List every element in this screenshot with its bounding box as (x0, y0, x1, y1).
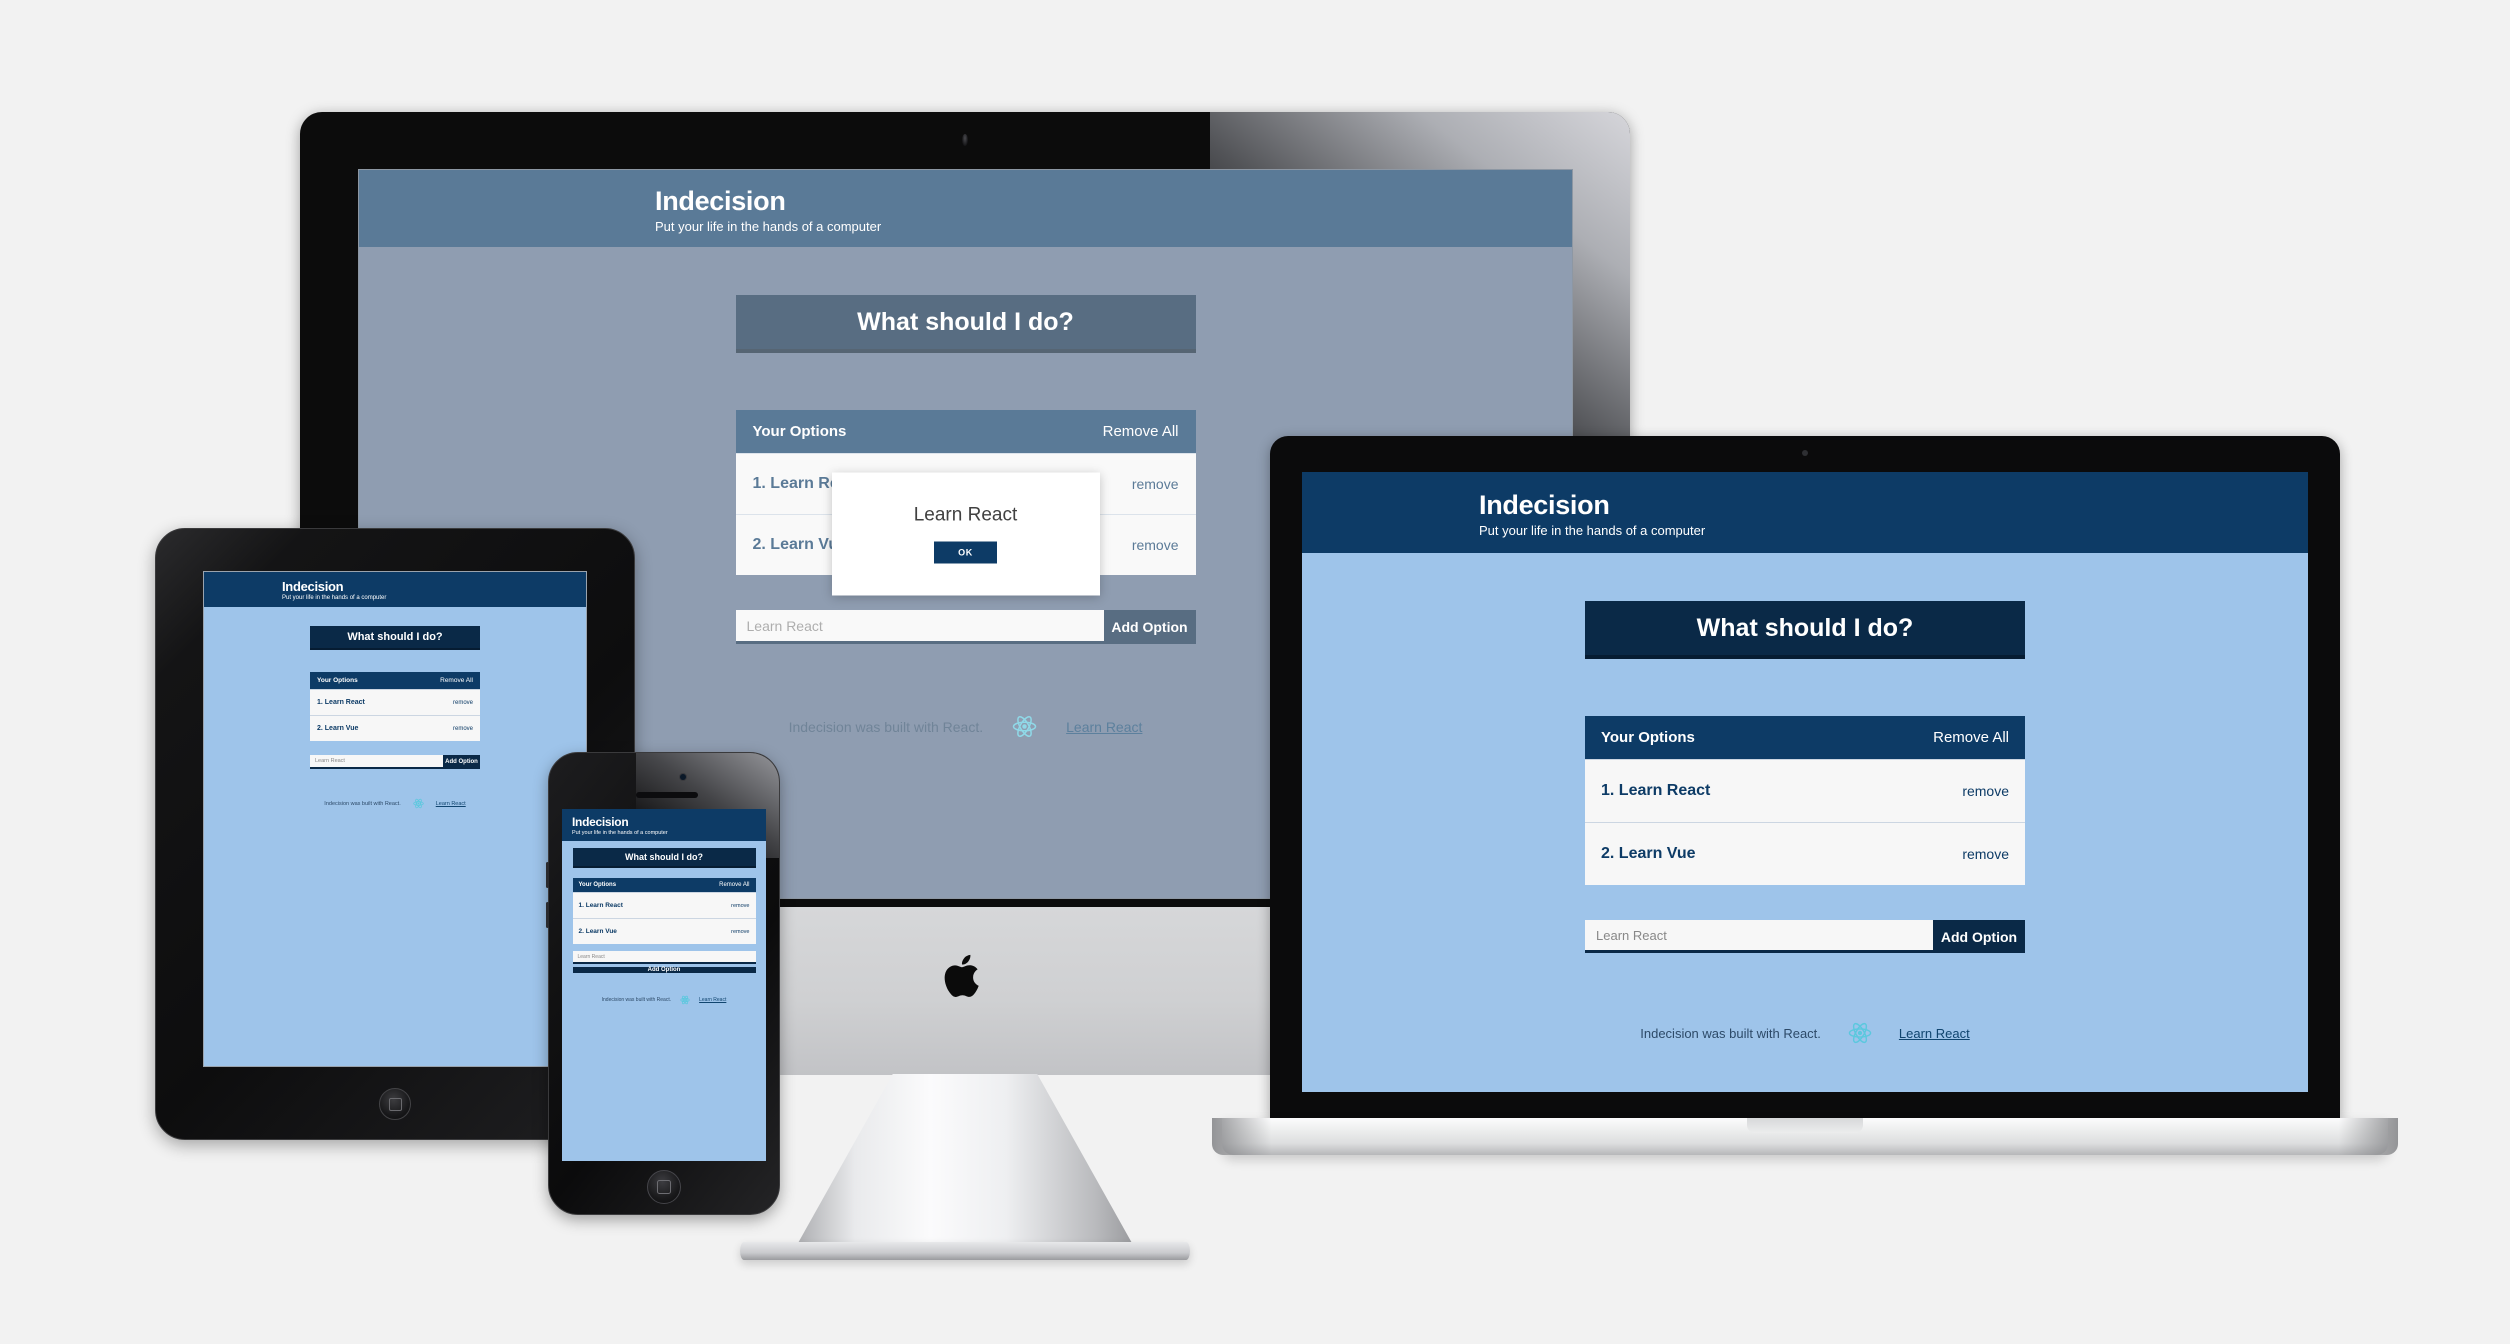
option-row: 1. Learn React remove (1585, 759, 2025, 822)
options-header-title: Your Options (1601, 729, 1695, 746)
remove-all-button[interactable]: Remove All (719, 882, 749, 888)
option-label: 2. Learn Vue (1601, 845, 1696, 862)
option-row: 2. Learn Vue remove (1585, 822, 2025, 885)
footer-text: Indecision was built with React. (1640, 1025, 1821, 1041)
option-label: 2. Learn Vue (317, 725, 359, 732)
add-option-button[interactable]: Add Option (443, 755, 480, 769)
option-remove-button[interactable]: remove (1962, 783, 2009, 799)
add-option-button[interactable]: Add Option (572, 967, 756, 973)
iphone-volume-up-button[interactable] (546, 862, 549, 888)
modal-title: Learn React (913, 504, 1018, 526)
app-title: Indecision (572, 815, 629, 829)
app-header: Indecision Put your life in the hands of… (204, 572, 586, 607)
app-header: Indecision Put your life in the hands of… (562, 809, 766, 841)
modal-ok-button[interactable]: OK (934, 541, 997, 564)
remove-all-button[interactable]: Remove All (1933, 729, 2009, 746)
app-subtitle: Put your life in the hands of a computer (282, 595, 387, 601)
add-option-input[interactable]: Learn React (310, 755, 443, 769)
iphone-home-button-icon[interactable] (647, 1170, 681, 1204)
react-atom-icon (413, 798, 424, 809)
remove-all-button[interactable]: Remove All (440, 677, 473, 684)
iphone-volume-down-button[interactable] (546, 902, 549, 928)
options-panel: Your Options Remove All 1. Learn React r… (1585, 716, 2025, 885)
device-macbook: Indecision Put your life in the hands of… (1212, 436, 2398, 1155)
imac-stand-base (740, 1242, 1190, 1260)
add-option-row: Learn React Add Option (1585, 920, 2025, 953)
option-remove-button[interactable]: remove (1962, 846, 2009, 862)
options-header-bar: Your Options Remove All (1585, 716, 2025, 759)
macbook-lid: Indecision Put your life in the hands of… (1270, 436, 2340, 1121)
what-should-i-do-button[interactable]: What should I do? (572, 848, 756, 868)
options-header-bar: Your Options Remove All (572, 878, 756, 892)
imac-stand (793, 1074, 1137, 1252)
options-panel: Your Options Remove All 1. Learn React r… (572, 878, 756, 944)
iphone-earpiece-icon (636, 792, 698, 798)
add-option-row: Learn React Add Option (310, 755, 480, 769)
react-atom-icon (1848, 1021, 1872, 1045)
option-remove-button[interactable]: remove (453, 726, 473, 732)
options-header-title: Your Options (578, 882, 617, 888)
app-title: Indecision (282, 579, 344, 594)
footer-learn-react-link[interactable]: Learn React (699, 997, 726, 1003)
iphone-camera-icon (680, 774, 686, 780)
macbook-base (1212, 1118, 2398, 1155)
footer-learn-react-link[interactable]: Learn React (436, 801, 466, 807)
macbook-camera-icon (1802, 450, 1808, 456)
result-modal: Learn React OK (831, 472, 1100, 596)
option-label: 2. Learn Vue (578, 928, 617, 935)
imac-camera-icon (962, 134, 968, 146)
what-should-i-do-button[interactable]: What should I do? (310, 626, 480, 650)
option-row: 2. Learn Vue remove (572, 918, 756, 944)
option-remove-button[interactable]: remove (731, 929, 749, 935)
ipad-home-button-icon[interactable] (379, 1088, 411, 1120)
options-header-title: Your Options (317, 677, 358, 684)
app-footer: Indecision was built with React. Learn R… (562, 995, 766, 1005)
option-label: 1. Learn React (317, 699, 365, 706)
device-iphone: Indecision Put your life in the hands of… (546, 752, 780, 1215)
options-panel: Your Options Remove All 1. Learn React r… (310, 672, 480, 741)
what-should-i-do-button[interactable]: What should I do? (1585, 601, 2025, 659)
iphone-screen: Indecision Put your life in the hands of… (562, 809, 766, 1161)
footer-text: Indecision was built with React. (324, 800, 401, 807)
react-atom-icon (680, 995, 690, 1005)
app-subtitle: Put your life in the hands of a computer (572, 830, 668, 836)
app-footer: Indecision was built with React. Learn R… (1302, 1021, 2308, 1045)
add-option-row: Learn React Add Option (572, 951, 756, 973)
options-header-bar: Your Options Remove All (310, 672, 480, 689)
footer-learn-react-link[interactable]: Learn React (1899, 1026, 1970, 1041)
option-label: 1. Learn React (578, 902, 623, 909)
app-footer: Indecision was built with React. Learn R… (204, 798, 586, 809)
option-row: 2. Learn Vue remove (310, 715, 480, 741)
add-option-input[interactable]: Learn React (572, 951, 756, 964)
responsive-device-showcase: Indecision Put your life in the hands of… (0, 0, 2510, 1344)
app-header: Indecision Put your life in the hands of… (1302, 472, 2308, 553)
option-row: 1. Learn React remove (310, 689, 480, 715)
ipad-screen: Indecision Put your life in the hands of… (203, 571, 587, 1067)
add-option-input[interactable]: Learn React (1585, 920, 1933, 953)
option-label: 1. Learn React (1601, 782, 1711, 799)
option-remove-button[interactable]: remove (453, 700, 473, 706)
apple-logo-icon (943, 950, 987, 1002)
footer-text: Indecision was built with React. (601, 997, 672, 1003)
app-subtitle: Put your life in the hands of a computer (1479, 523, 1706, 538)
option-remove-button[interactable]: remove (731, 903, 749, 909)
option-row: 1. Learn React remove (572, 892, 756, 918)
macbook-screen: Indecision Put your life in the hands of… (1302, 472, 2308, 1092)
app-title: Indecision (1479, 490, 1610, 520)
add-option-button[interactable]: Add Option (1933, 920, 2025, 953)
